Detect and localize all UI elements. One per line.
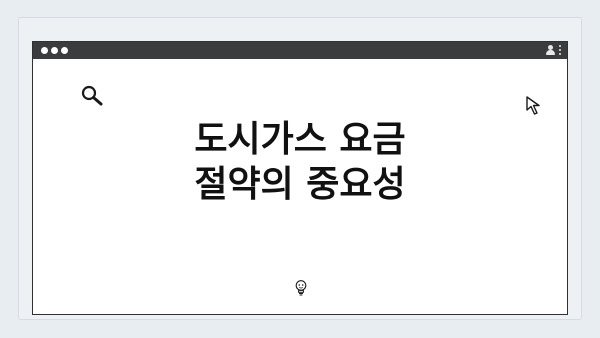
lightbulb-icon [295,280,307,296]
window-close-dot[interactable] [41,47,48,54]
window-minimize-dot[interactable] [51,47,58,54]
window-controls [41,47,68,54]
page-headline: 도시가스 요금 절약의 중요성 [120,117,480,207]
window-maximize-dot[interactable] [61,47,68,54]
titlebar-actions [546,45,561,55]
slide-stage: 도시가스 요금 절약의 중요성 [0,0,600,338]
headline-line-2: 절약의 중요성 [194,164,406,205]
headline-line-1: 도시가스 요금 [194,119,406,160]
browser-titlebar [33,42,567,59]
user-icon[interactable] [546,45,555,55]
kebab-menu-icon[interactable] [559,45,561,55]
cursor-icon [526,96,540,115]
search-icon [81,85,103,106]
